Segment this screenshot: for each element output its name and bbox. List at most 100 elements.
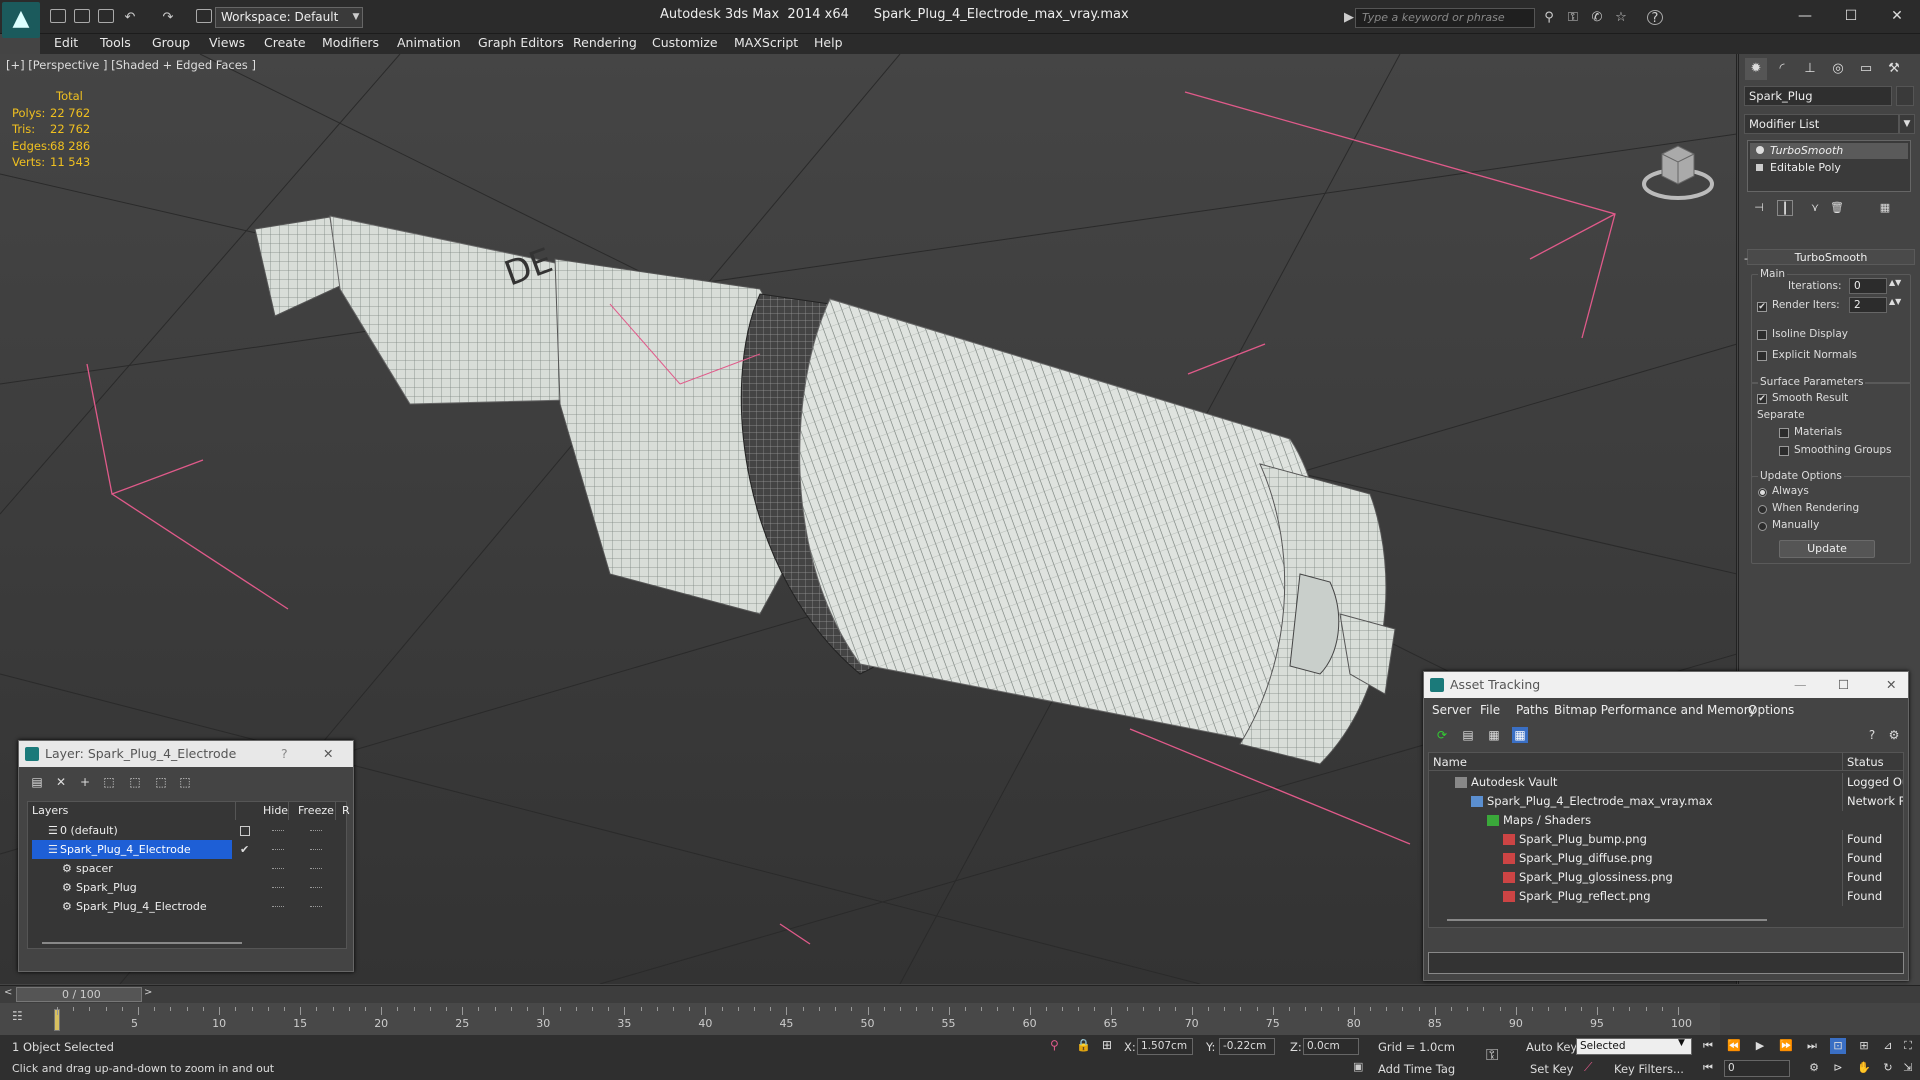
previous-frame-icon[interactable]: < — [4, 987, 12, 998]
play-icon[interactable]: ▶ — [1752, 1038, 1768, 1054]
workspace-dropdown[interactable]: Workspace: Default — [215, 7, 363, 28]
freeze-toggle[interactable] — [310, 868, 322, 870]
communication-icon[interactable]: ✆ — [1589, 10, 1605, 25]
key-filters-button[interactable]: Key Filters... — [1614, 1062, 1684, 1076]
asset-tracking-titlebar[interactable]: Asset Tracking — ☐ ✕ — [1424, 672, 1908, 698]
maximize-icon[interactable]: ☐ — [1838, 672, 1849, 698]
remove-modifier-icon[interactable]: 🗑 — [1829, 200, 1845, 216]
create-layer-icon[interactable]: ▤ — [29, 774, 45, 790]
update-button[interactable]: Update — [1779, 540, 1875, 558]
key-icon[interactable]: ⚿ — [1486, 1045, 1498, 1065]
table-row[interactable]: Autodesk Vault Logged Out — [1429, 773, 1903, 792]
table-view-icon[interactable]: ▦ — [1486, 727, 1502, 743]
highlight-layer-icon[interactable]: ⬚ — [127, 774, 143, 790]
name-column-header[interactable]: Name — [1429, 753, 1842, 771]
layer-row[interactable]: ⚙ Spark_Plug — [28, 878, 348, 897]
undo-icon[interactable]: ↶ — [122, 10, 138, 25]
viewcube-icon[interactable] — [1640, 136, 1716, 206]
explicit-normals-checkbox[interactable] — [1757, 351, 1767, 361]
freeze-toggle[interactable] — [310, 906, 322, 908]
freeze-toggle[interactable] — [310, 830, 322, 832]
time-slider[interactable]: < 0 / 100 > — [0, 985, 1920, 1003]
update-manually-radio[interactable] — [1758, 522, 1767, 531]
hide-toggle[interactable] — [272, 849, 284, 851]
set-key-button[interactable]: Set Key — [1530, 1062, 1573, 1076]
stack-item-editable-poly[interactable]: Editable Poly — [1750, 160, 1908, 176]
help-icon[interactable]: ? — [1864, 727, 1880, 743]
display-tab-icon[interactable]: ▭ — [1855, 58, 1877, 80]
absolute-mode-icon[interactable]: ⊞ — [1102, 1038, 1112, 1052]
menu-rendering[interactable]: Rendering — [573, 34, 637, 52]
hide-toggle[interactable] — [272, 906, 284, 908]
show-end-result-icon[interactable]: ┃ — [1777, 200, 1793, 216]
table-row[interactable]: Spark_Plug_diffuse.png Found — [1429, 849, 1903, 868]
update-always-radio[interactable] — [1758, 488, 1767, 497]
horizontal-scrollbar[interactable] — [1447, 919, 1767, 921]
freeze-toggle[interactable] — [310, 849, 322, 851]
spinner-arrows-icon[interactable]: ▲▼ — [1889, 297, 1901, 306]
previous-key-icon[interactable]: ⏪ — [1726, 1038, 1742, 1054]
object-name-field[interactable]: Spark_Plug — [1744, 86, 1892, 106]
subscription-icon[interactable]: ⚿ — [1565, 10, 1581, 25]
z-coord-field[interactable]: 0.0cm — [1303, 1038, 1359, 1055]
chevron-down-icon[interactable]: ▼ — [1899, 114, 1915, 134]
pin-stack-icon[interactable]: ⊣ — [1751, 200, 1767, 216]
project-folder-icon[interactable] — [196, 9, 212, 23]
menu-graph-editors[interactable]: Graph Editors — [478, 34, 564, 52]
utilities-tab-icon[interactable]: ⚒ — [1883, 58, 1905, 80]
status-column-header[interactable]: Status — [1842, 753, 1903, 771]
layer-row[interactable]: ⚙ Spark_Plug_4_Electrode — [28, 897, 348, 916]
add-time-tag-label[interactable]: Add Time Tag — [1378, 1062, 1455, 1076]
auto-key-button[interactable]: Auto Key — [1526, 1040, 1577, 1054]
smoothing-groups-checkbox[interactable] — [1779, 446, 1789, 456]
modify-tab-icon[interactable]: ◜ — [1771, 58, 1793, 80]
menu-server[interactable]: Server — [1432, 700, 1471, 720]
configure-sets-icon[interactable]: ▦ — [1877, 200, 1893, 216]
redo-icon[interactable]: ↷ — [160, 10, 176, 25]
x-coord-field[interactable]: 1.507cm — [1137, 1038, 1193, 1055]
menu-animation[interactable]: Animation — [397, 34, 461, 52]
viewport-label[interactable]: [+] [Perspective ] [Shaded + Edged Faces… — [6, 58, 256, 72]
table-row[interactable]: Spark_Plug_glossiness.png Found — [1429, 868, 1903, 887]
menu-create[interactable]: Create — [264, 34, 306, 52]
table-row[interactable]: Spark_Plug_bump.png Found — [1429, 830, 1903, 849]
stack-item-turbosmooth[interactable]: TurboSmooth — [1750, 143, 1908, 159]
settings-icon[interactable]: ⚙ — [1886, 727, 1902, 743]
isolate-selection-icon[interactable]: ⚲ — [1050, 1038, 1059, 1052]
zoom-extents-icon[interactable]: ⊡ — [1830, 1038, 1846, 1054]
lightbulb-icon[interactable] — [1756, 146, 1764, 154]
hide-column-header[interactable]: Hide — [259, 802, 289, 820]
time-configuration-icon[interactable]: ⚙ — [1806, 1060, 1822, 1076]
menu-modifiers[interactable]: Modifiers — [322, 34, 379, 52]
motion-tab-icon[interactable]: ◎ — [1827, 58, 1849, 80]
table-row[interactable]: Spark_Plug_4_Electrode_max_vray.max Netw… — [1429, 792, 1903, 811]
new-file-icon[interactable] — [50, 9, 66, 23]
isoline-display-checkbox[interactable] — [1757, 330, 1767, 340]
close-icon[interactable]: ✕ — [1874, 4, 1920, 28]
menu-group[interactable]: Group — [152, 34, 190, 52]
zoom-all-icon[interactable]: ⊞ — [1856, 1038, 1872, 1054]
freeze-toggle[interactable] — [310, 887, 322, 889]
next-key-icon[interactable]: ⏩ — [1778, 1038, 1794, 1054]
rollout-collapse-icon[interactable]: - — [1744, 252, 1748, 265]
add-to-layer-icon[interactable]: + — [77, 774, 93, 790]
layer-row[interactable]: ☰ 0 (default) — [28, 821, 348, 840]
save-file-icon[interactable] — [98, 9, 114, 23]
hide-all-icon[interactable]: ⬚ — [153, 774, 169, 790]
render-iters-checkbox[interactable]: ✔ — [1757, 302, 1767, 312]
current-layer-checkbox[interactable] — [240, 826, 250, 836]
menu-customize[interactable]: Customize — [652, 34, 718, 52]
current-frame-field[interactable]: 0 — [1724, 1060, 1790, 1077]
turbosmooth-rollout-header[interactable]: TurboSmooth — [1747, 249, 1915, 265]
hierarchy-tab-icon[interactable]: ⊥ — [1799, 58, 1821, 80]
binoculars-icon[interactable]: ⚲ — [1541, 10, 1557, 25]
menu-options[interactable]: Options — [1748, 700, 1794, 720]
create-tab-icon[interactable]: ✹ — [1745, 58, 1767, 80]
help-icon[interactable]: ? — [281, 741, 288, 767]
iterations-spinner[interactable]: 0 — [1849, 278, 1887, 294]
minimize-icon[interactable]: — — [1782, 4, 1828, 28]
layers-column-header[interactable]: Layers — [28, 802, 236, 820]
freeze-all-icon[interactable]: ⬚ — [177, 774, 193, 790]
field-of-view-icon[interactable]: ⊿ — [1880, 1038, 1896, 1054]
walk-through-icon[interactable]: ⇲ — [1900, 1060, 1916, 1076]
